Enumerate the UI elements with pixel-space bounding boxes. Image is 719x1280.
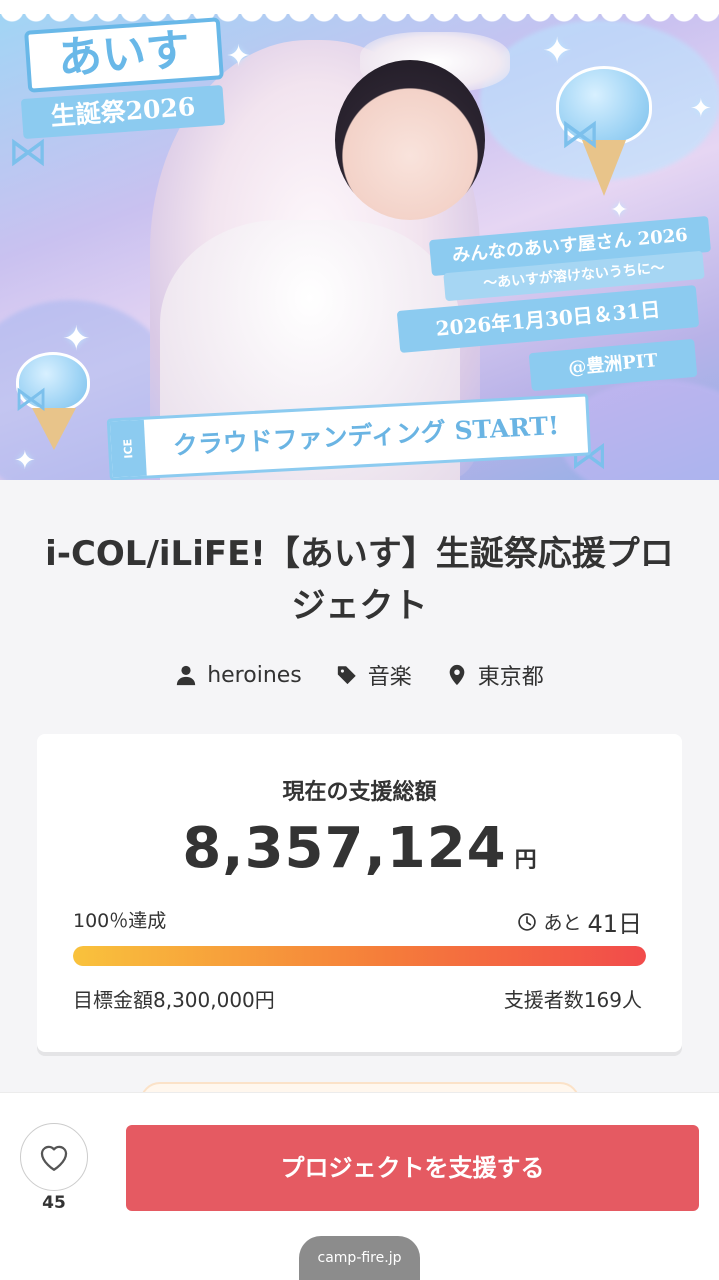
amount-unit: 円 bbox=[514, 848, 537, 873]
funding-progress-bar bbox=[73, 946, 646, 966]
location-pin-icon bbox=[449, 664, 465, 686]
category-link[interactable]: 音楽 bbox=[336, 659, 412, 691]
category-name: 音楽 bbox=[367, 665, 412, 690]
achievement-rate: 100％達成 bbox=[73, 910, 167, 932]
hero-title: あいす bbox=[24, 17, 224, 93]
sparkle-icon: ✦ bbox=[542, 31, 573, 72]
funding-card: 現在の支援総額 8,357,124 円 100％達成 あと 41日 目標金額8,30… bbox=[37, 734, 682, 1052]
amount-value: 8,357,124 bbox=[182, 816, 507, 881]
remaining-days: 41日 bbox=[587, 910, 642, 938]
hero-banner: あいす 生誕祭2026 ⋈ ⋈ ⋈ ⋈ ✦ ✦ ✦ ✦ ✦ ✦ みんなのあいす屋… bbox=[0, 0, 719, 480]
goal-amount: 目標金額8,300,000円 bbox=[73, 988, 275, 1012]
support-project-button[interactable]: プロジェクトを支援する bbox=[126, 1125, 699, 1211]
project-title: i-COL/iLiFE!【あいす】生誕祭応援プロジェクト bbox=[45, 534, 674, 626]
sparkle-icon: ✦ bbox=[610, 198, 629, 223]
project-meta: heroines 音楽 東京都 bbox=[0, 656, 719, 694]
ice-label: ICE bbox=[109, 419, 147, 478]
owner-link[interactable]: heroines bbox=[175, 663, 302, 688]
funding-progress-fill bbox=[73, 946, 646, 966]
sparkle-icon: ✦ bbox=[690, 94, 712, 124]
heart-icon bbox=[40, 1145, 68, 1171]
user-icon bbox=[177, 665, 196, 686]
tag-icon bbox=[337, 666, 356, 685]
performer-head bbox=[335, 60, 485, 220]
total-support-label: 現在の支援総額 bbox=[282, 780, 437, 805]
sparkle-icon: ✦ bbox=[62, 319, 91, 359]
remaining-prefix: あと bbox=[543, 912, 582, 934]
browser-url-pill[interactable]: camp-fire.jp bbox=[299, 1236, 420, 1280]
like-button[interactable] bbox=[20, 1123, 88, 1191]
clock-icon bbox=[518, 912, 537, 931]
like-count: 45 bbox=[42, 1193, 66, 1213]
sparkle-icon: ✦ bbox=[226, 39, 252, 74]
owner-name: heroines bbox=[207, 662, 302, 688]
location-link[interactable]: 東京都 bbox=[446, 659, 544, 691]
supporter-count: 支援者数169人 bbox=[503, 988, 642, 1012]
sparkle-icon: ✦ bbox=[14, 446, 36, 476]
ribbon-bow-icon: ⋈ bbox=[8, 129, 48, 175]
remaining-time: あと 41日 bbox=[517, 904, 642, 939]
total-support-amount: 8,357,124 円 bbox=[37, 816, 682, 881]
location-name: 東京都 bbox=[477, 665, 544, 690]
